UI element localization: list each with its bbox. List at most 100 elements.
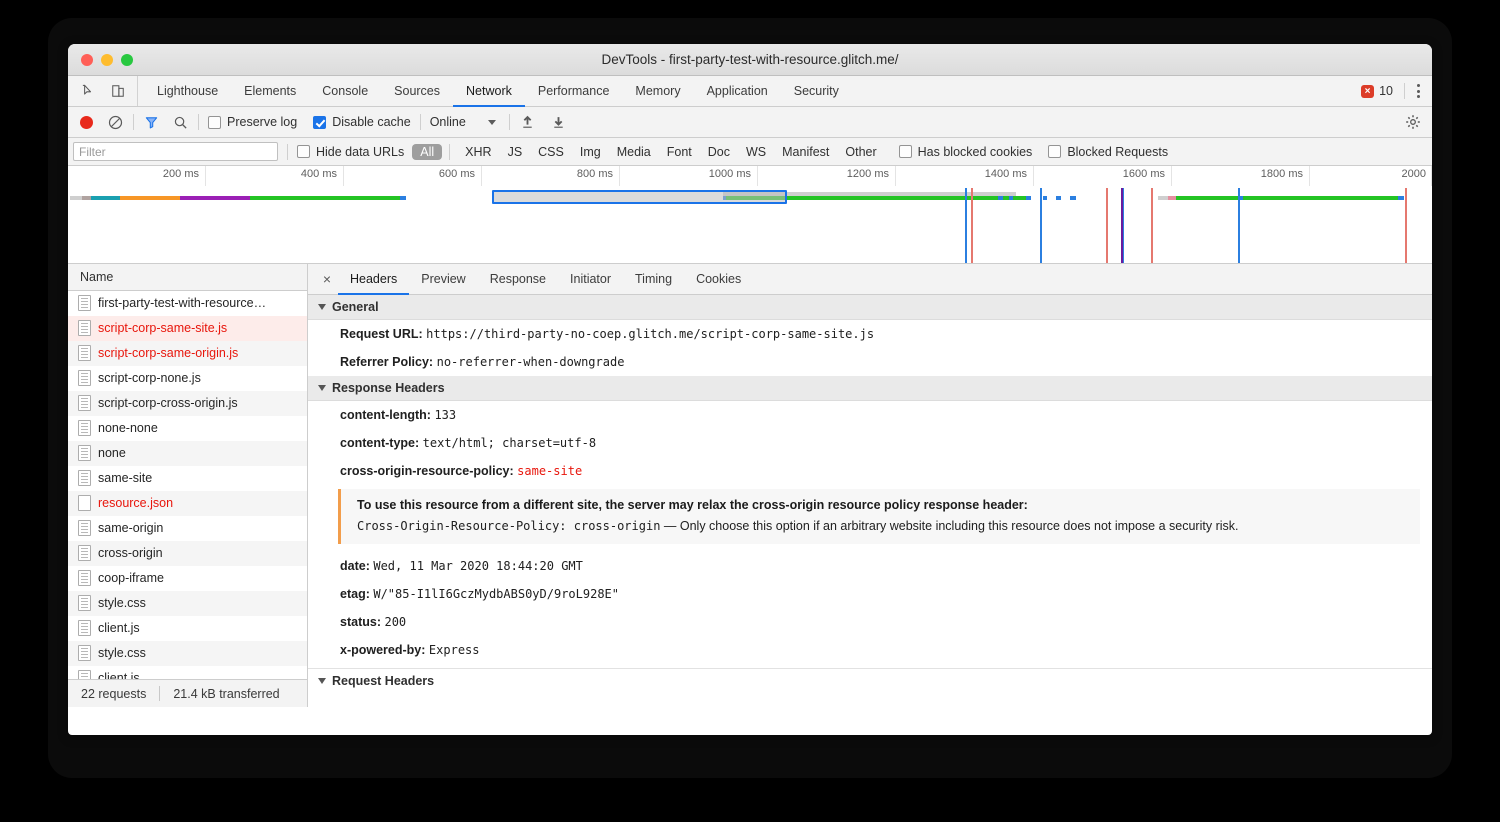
filter-type-all[interactable]: All — [412, 144, 442, 160]
device-toolbar-icon[interactable] — [109, 83, 126, 100]
filter-input[interactable] — [73, 142, 278, 161]
filter-type-img[interactable]: Img — [572, 144, 609, 160]
filter-type-media[interactable]: Media — [609, 144, 659, 160]
list-item[interactable]: client.js — [68, 616, 307, 641]
preserve-log-label: Preserve log — [227, 115, 297, 129]
header-row-cross-origin-resource-policy: cross-origin-resource-policy: same-site — [308, 457, 1432, 485]
list-item[interactable]: style.css — [68, 591, 307, 616]
clear-button[interactable] — [107, 114, 124, 131]
has-blocked-cookies-checkbox[interactable]: Has blocked cookies — [899, 145, 1033, 159]
document-icon — [78, 545, 91, 561]
network-overview-timeline[interactable]: 200 ms 400 ms 600 ms 800 ms 1000 ms 1200… — [68, 166, 1432, 264]
filterbar-divider-1 — [287, 144, 288, 160]
tab-elements[interactable]: Elements — [231, 76, 309, 107]
tab-memory[interactable]: Memory — [622, 76, 693, 107]
network-filter-bar: Hide data URLs All XHR JS CSS Img Media … — [68, 138, 1432, 166]
list-item[interactable]: script-corp-same-origin.js — [68, 341, 307, 366]
tab-response[interactable]: Response — [478, 264, 558, 295]
import-har-button[interactable] — [519, 114, 536, 131]
section-response-headers-header[interactable]: Response Headers — [308, 376, 1432, 401]
error-count-badge[interactable]: × 10 — [1361, 83, 1405, 99]
filter-toggle-button[interactable] — [143, 114, 160, 131]
close-icon[interactable]: × — [316, 264, 338, 294]
callout-title: To use this resource from a different si… — [357, 498, 1408, 512]
minimize-window-button[interactable] — [101, 54, 113, 66]
chevron-down-icon — [318, 385, 326, 391]
section-general-header[interactable]: General — [308, 295, 1432, 320]
header-value: https://third-party-no-coep.glitch.me/sc… — [426, 327, 874, 341]
blocked-requests-label: Blocked Requests — [1067, 145, 1168, 159]
toolbar-divider-4 — [509, 114, 510, 130]
request-name: none-none — [98, 421, 158, 435]
overview-selection-window[interactable] — [492, 190, 787, 204]
section-response-headers-title: Response Headers — [332, 381, 445, 395]
request-name: style.css — [98, 646, 146, 660]
list-item[interactable]: none-none — [68, 416, 307, 441]
tab-application[interactable]: Application — [694, 76, 781, 107]
tab-security[interactable]: Security — [781, 76, 852, 107]
filter-type-doc[interactable]: Doc — [700, 144, 738, 160]
close-window-button[interactable] — [81, 54, 93, 66]
callout-explanation: — Only choose this option if an arbitrar… — [660, 519, 1238, 533]
filter-type-other[interactable]: Other — [837, 144, 884, 160]
inspect-cursor-icon[interactable] — [80, 83, 97, 100]
filter-type-font[interactable]: Font — [659, 144, 700, 160]
list-item[interactable]: script-corp-cross-origin.js — [68, 391, 307, 416]
tab-sources[interactable]: Sources — [381, 76, 453, 107]
hide-data-urls-box — [297, 145, 310, 158]
tab-initiator[interactable]: Initiator — [558, 264, 623, 295]
export-har-button[interactable] — [550, 114, 567, 131]
tab-performance[interactable]: Performance — [525, 76, 623, 107]
document-icon — [78, 395, 91, 411]
list-item[interactable]: same-site — [68, 466, 307, 491]
tab-lighthouse[interactable]: Lighthouse — [144, 76, 231, 107]
request-name: none — [98, 446, 126, 460]
list-item[interactable]: cross-origin — [68, 541, 307, 566]
blocked-requests-checkbox[interactable]: Blocked Requests — [1048, 145, 1168, 159]
list-item[interactable]: same-origin — [68, 516, 307, 541]
list-item[interactable]: resource.json — [68, 491, 307, 516]
list-item[interactable]: script-corp-same-site.js — [68, 316, 307, 341]
tab-preview[interactable]: Preview — [409, 264, 477, 295]
disable-cache-checkbox[interactable]: Disable cache — [313, 115, 411, 129]
request-name: client.js — [98, 621, 140, 635]
request-name: script-corp-same-site.js — [98, 321, 227, 335]
list-item[interactable]: none — [68, 441, 307, 466]
header-key: status: — [340, 615, 381, 629]
tab-network[interactable]: Network — [453, 76, 525, 107]
section-request-headers-header[interactable]: Request Headers — [308, 669, 1432, 693]
request-list-header[interactable]: Name — [68, 264, 307, 291]
settings-gear-button[interactable] — [1404, 114, 1421, 131]
throttling-select[interactable]: Online — [430, 115, 500, 129]
preserve-log-checkbox[interactable]: Preserve log — [208, 115, 297, 129]
zoom-window-button[interactable] — [121, 54, 133, 66]
request-list-pane: Name first-party-test-with-resource… scr… — [68, 264, 308, 707]
corp-warning-callout: To use this resource from a different si… — [338, 489, 1420, 544]
header-row-referrer-policy: Referrer Policy: no-referrer-when-downgr… — [308, 348, 1432, 376]
json-file-icon — [78, 495, 91, 511]
list-item[interactable]: coop-iframe — [68, 566, 307, 591]
record-button[interactable] — [78, 114, 95, 131]
header-row-status: status: 200 — [308, 608, 1432, 636]
filter-type-xhr[interactable]: XHR — [457, 144, 499, 160]
search-button[interactable] — [172, 114, 189, 131]
filter-type-js[interactable]: JS — [500, 144, 531, 160]
kebab-menu-icon[interactable] — [1414, 82, 1423, 100]
filter-type-manifest[interactable]: Manifest — [774, 144, 837, 160]
request-name: style.css — [98, 596, 146, 610]
list-item[interactable]: client.js — [68, 666, 307, 679]
hide-data-urls-checkbox[interactable]: Hide data URLs — [297, 145, 404, 159]
tab-console[interactable]: Console — [309, 76, 381, 107]
tab-headers[interactable]: Headers — [338, 264, 409, 295]
list-item[interactable]: script-corp-none.js — [68, 366, 307, 391]
list-item[interactable]: first-party-test-with-resource… — [68, 291, 307, 316]
filter-type-ws[interactable]: WS — [738, 144, 774, 160]
tab-cookies[interactable]: Cookies — [684, 264, 753, 295]
filter-type-css[interactable]: CSS — [530, 144, 572, 160]
header-row-content-length: content-length: 133 — [308, 401, 1432, 429]
list-item[interactable]: style.css — [68, 641, 307, 666]
toolbar-divider-2 — [198, 114, 199, 130]
request-list-rows: first-party-test-with-resource… script-c… — [68, 291, 307, 679]
tab-timing[interactable]: Timing — [623, 264, 684, 295]
header-key: etag: — [340, 587, 370, 601]
